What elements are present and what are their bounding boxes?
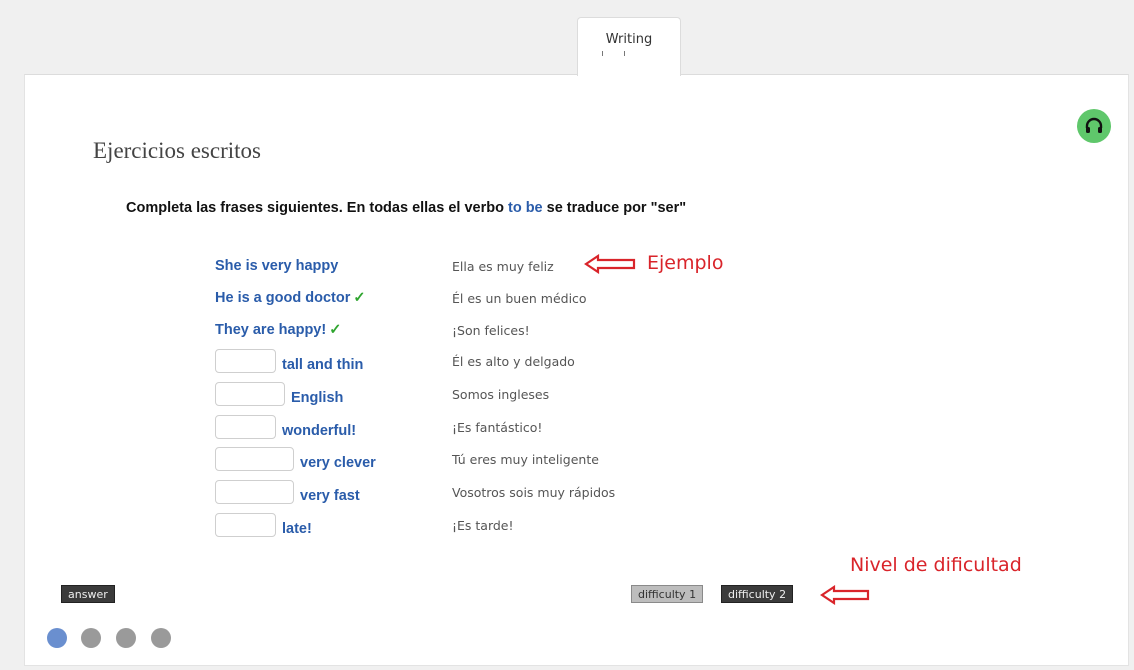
english-sentence-text: He is a good doctor xyxy=(215,290,351,306)
english-fragment: English xyxy=(291,390,344,406)
instruction-part2: se traduce por "ser" xyxy=(542,200,687,216)
spanish-translation: Somos ingleses xyxy=(452,387,550,402)
spanish-translation: Él es un buen médico xyxy=(452,291,587,306)
answered-row: He is a good doctor ✓ Él es un buen médic… xyxy=(215,286,735,314)
exercise-row: very clever Tú eres muy inteligente xyxy=(215,447,735,475)
english-sentence-text: They are happy! xyxy=(215,322,327,338)
answer-input[interactable] xyxy=(215,415,276,439)
tab-writing[interactable]: Writing xyxy=(577,17,681,76)
exercise-row: wonderful! ¡Es fantástico! xyxy=(215,415,735,443)
answer-button[interactable]: answer xyxy=(61,585,115,603)
exercise-row: English Somos ingleses xyxy=(215,382,735,410)
headphones-icon xyxy=(1085,117,1103,133)
instruction-part1: Completa las frases siguientes. En todas… xyxy=(126,200,508,216)
audio-button[interactable] xyxy=(1077,109,1111,143)
tab-tick-marks xyxy=(602,51,654,57)
check-icon: ✓ xyxy=(329,322,342,338)
difficulty-annotation: Nivel de dificultad xyxy=(850,554,1022,576)
spanish-translation: ¡Es tarde! xyxy=(452,518,514,533)
english-fragment: very fast xyxy=(300,488,360,504)
tab-writing-label: Writing xyxy=(605,32,653,47)
difficulty-2-button[interactable]: difficulty 2 xyxy=(721,585,794,603)
exercise-row: tall and thin Él es alto y delgado xyxy=(215,349,735,377)
exercise-row: very fast Vosotros sois muy rápidos xyxy=(215,480,735,508)
instruction-highlight: to be xyxy=(507,200,543,216)
pagination-dot-2[interactable] xyxy=(81,628,101,648)
spanish-translation: ¡Son felices! xyxy=(452,323,530,338)
difficulty-1-button[interactable]: difficulty 1 xyxy=(631,585,704,603)
pagination-dot-4[interactable] xyxy=(151,628,171,648)
spanish-translation: Él es alto y delgado xyxy=(452,354,575,369)
english-fragment: tall and thin xyxy=(282,357,364,373)
page-title: Ejercicios escritos xyxy=(93,138,261,163)
answer-input[interactable] xyxy=(215,447,294,471)
spanish-translation: Tú eres muy inteligente xyxy=(452,452,599,467)
english-sentence: She is very happy xyxy=(215,258,339,274)
pagination-dot-3[interactable] xyxy=(116,628,136,648)
english-fragment: wonderful! xyxy=(282,423,357,439)
english-sentence: They are happy! ✓ xyxy=(215,322,341,338)
spanish-translation: Vosotros sois muy rápidos xyxy=(452,485,616,500)
english-fragment: late! xyxy=(282,521,312,537)
english-fragment: very clever xyxy=(300,455,376,471)
left-arrow-icon xyxy=(584,254,636,274)
pagination-dot-1[interactable] xyxy=(47,628,67,648)
example-annotation: Ejemplo xyxy=(647,252,724,274)
spanish-translation: ¡Es fantástico! xyxy=(452,420,543,435)
answer-input[interactable] xyxy=(215,382,285,406)
english-sentence: He is a good doctor ✓ xyxy=(215,290,366,306)
answer-input[interactable] xyxy=(215,480,294,504)
answer-input[interactable] xyxy=(215,513,276,537)
exercise-row: late! ¡Es tarde! xyxy=(215,513,735,541)
left-arrow-icon xyxy=(820,585,870,605)
answer-input[interactable] xyxy=(215,349,276,373)
instruction-text: Completa las frases siguientes. En todas… xyxy=(126,198,706,218)
check-icon: ✓ xyxy=(353,290,366,306)
answered-row: They are happy! ✓ ¡Son felices! xyxy=(215,318,735,346)
spanish-translation: Ella es muy feliz xyxy=(452,259,554,274)
